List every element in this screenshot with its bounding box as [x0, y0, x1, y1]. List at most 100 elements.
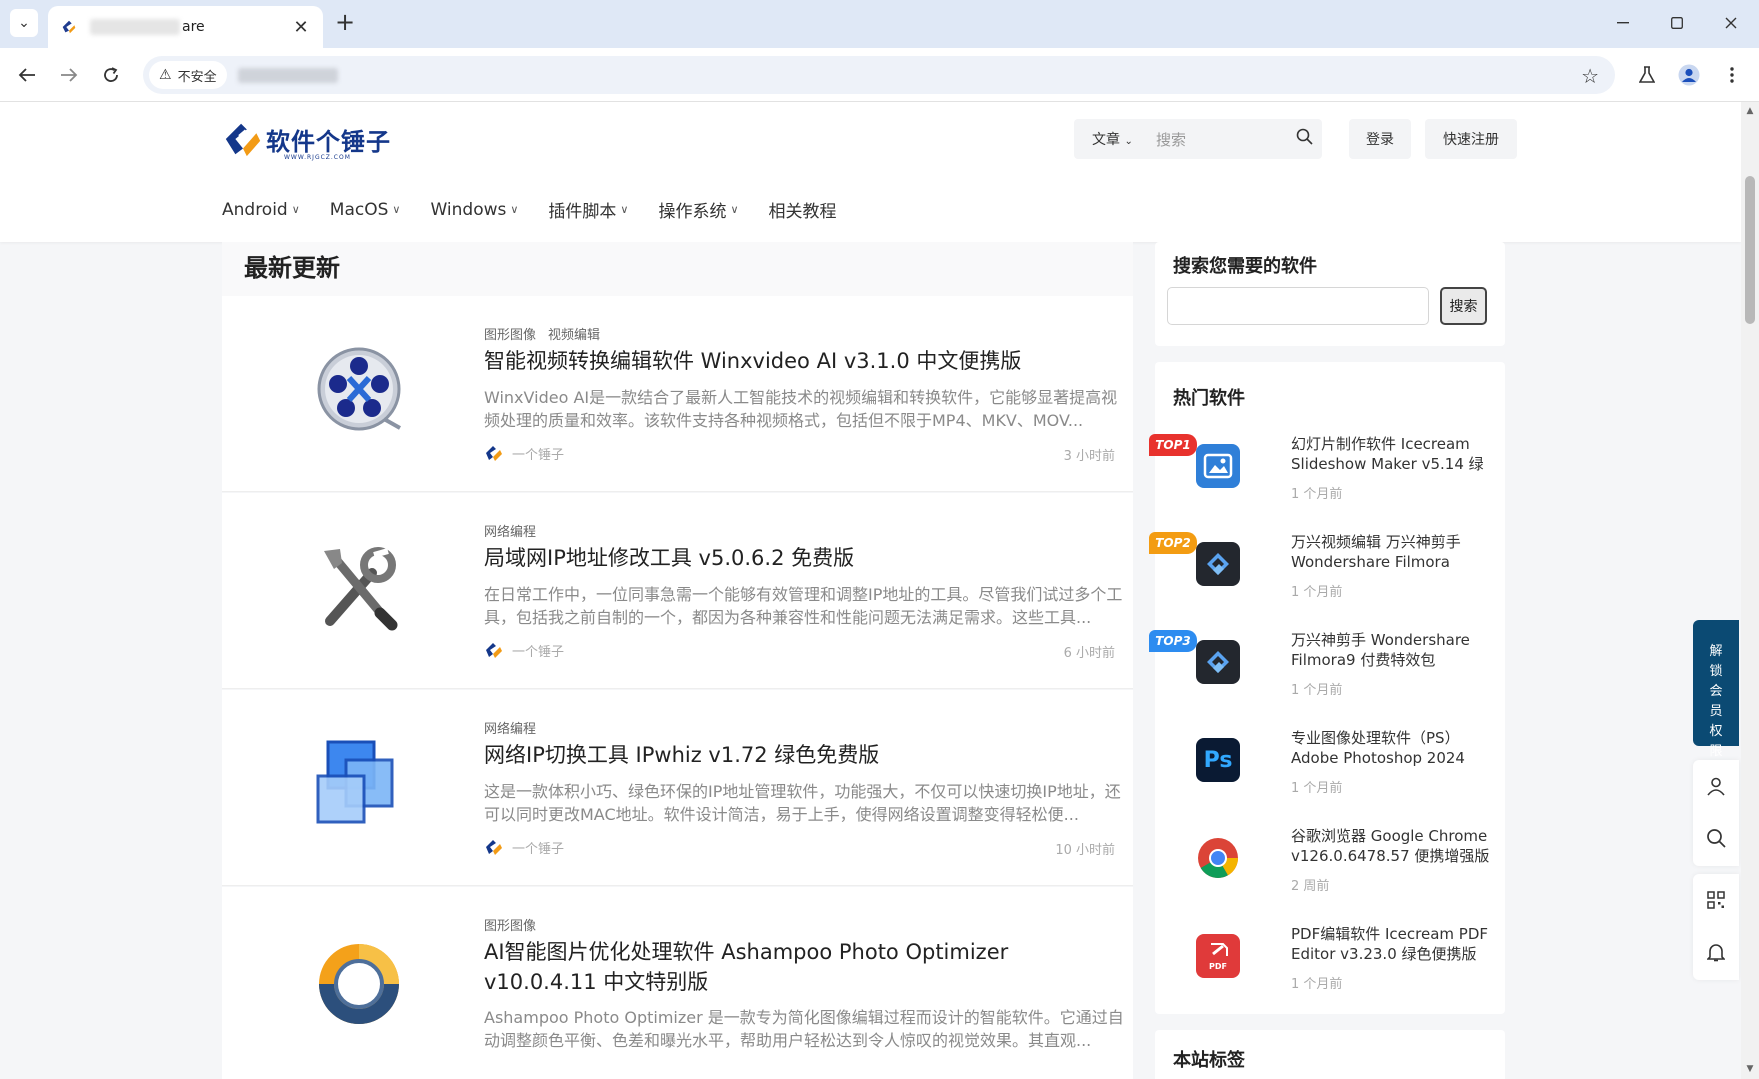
- post-title[interactable]: 网络IP切换工具 IPwhiz v1.72 绿色免费版: [484, 740, 1124, 770]
- tab-search-button[interactable]: ⌄: [10, 9, 38, 37]
- tab-close-icon[interactable]: ✕: [291, 17, 311, 38]
- hot-item[interactable]: TOP3 万兴神剪手 Wondershare Filmora9 付费特效包 1 …: [1149, 630, 1505, 728]
- back-button[interactable]: [11, 60, 43, 90]
- hot-item-name: 万兴神剪手 Wondershare Filmora9 付费特效包: [1291, 631, 1470, 669]
- logo-subtext: WWW.RJGCZ.COM: [284, 154, 351, 161]
- redacted-url: [238, 68, 338, 83]
- hot-software-title: 热门软件: [1173, 388, 1245, 409]
- site-tags-card: 本站标签: [1155, 1030, 1505, 1079]
- profile-avatar-icon[interactable]: [1674, 60, 1704, 90]
- search-type-dropdown[interactable]: 文章 ⌄: [1092, 129, 1156, 149]
- register-button[interactable]: 快速注册: [1425, 119, 1517, 159]
- nav-item-macos[interactable]: MacOS ∨: [330, 197, 401, 222]
- rank-badge: TOP3: [1149, 630, 1197, 652]
- main-nav: Android ∨ MacOS ∨ Windows ∨ 插件脚本 ∨ 操作系统 ∨ 相关教…: [222, 197, 867, 223]
- post-card[interactable]: 网络编程 局域网IP地址修改工具 v5.0.6.2 免费版 在日常工作中，一位同…: [222, 493, 1133, 689]
- hot-item-name: 幻灯片制作软件 Icecream Slideshow Maker v5.14 绿…: [1291, 435, 1484, 473]
- category-link[interactable]: 图形图像: [484, 915, 536, 934]
- bookmark-star-icon[interactable]: ☆: [1581, 64, 1599, 88]
- sidebar-search-input[interactable]: [1167, 287, 1429, 325]
- hot-item[interactable]: PDF PDF编辑软件 Icecream PDF Editor v3.23.0 …: [1155, 924, 1505, 1022]
- bell-icon: [1707, 944, 1725, 962]
- site-logo[interactable]: 软件个锤子 WWW.RJGCZ.COM: [222, 118, 391, 161]
- logo-mark-icon: [225, 123, 261, 157]
- hot-item[interactable]: Ps 专业图像处理软件（PS） Adobe Photoshop 2024 v25…: [1155, 728, 1505, 826]
- photoshop-icon: Ps: [1196, 738, 1240, 782]
- winxvideo-icon[interactable]: [304, 334, 414, 444]
- nav-item-android[interactable]: Android ∨: [222, 197, 300, 222]
- post-card[interactable]: 图形图像 AI智能图片优化处理软件 Ashampoo Photo Optimiz…: [222, 887, 1133, 1079]
- close-icon: [1725, 17, 1737, 29]
- maximize-icon: [1671, 17, 1683, 29]
- nav-label: 插件脚本: [548, 202, 617, 222]
- forward-button[interactable]: [53, 60, 85, 90]
- new-tab-button[interactable]: +: [332, 10, 358, 36]
- author-name: 一个锤子: [512, 841, 565, 857]
- labs-flask-icon[interactable]: [1632, 60, 1662, 90]
- maximize-button[interactable]: [1654, 8, 1700, 38]
- hot-item[interactable]: TOP1 幻灯片制作软件 Icecream Slideshow Maker v5…: [1149, 434, 1505, 532]
- post-card[interactable]: 图形图像 视频编辑 智能视频转换编辑软件 Winxvideo AI v3.1.0…: [222, 296, 1133, 492]
- float-search-button[interactable]: [1693, 812, 1739, 864]
- nav-item-windows[interactable]: Windows ∨: [430, 197, 518, 222]
- sidebar-search-title: 搜索您需要的软件: [1173, 256, 1317, 277]
- warning-icon: ⚠: [159, 67, 172, 83]
- post-title[interactable]: 局域网IP地址修改工具 v5.0.6.2 免费版: [484, 543, 1124, 573]
- post-time: 3 小时前: [1063, 449, 1115, 464]
- ipwhiz-icon[interactable]: [304, 728, 414, 838]
- post-excerpt: 在日常工作中，一位同事急需一个能够有效管理和调整IP地址的工具。尽管我们试过多个…: [484, 585, 1123, 627]
- address-bar[interactable]: ⚠ 不安全 ☆: [143, 56, 1615, 94]
- post-title[interactable]: 智能视频转换编辑软件 Winxvideo AI v3.1.0 中文便携版: [484, 346, 1124, 376]
- hot-item[interactable]: TOP2 万兴视频编辑 万兴神剪手 Wondershare Filmora v1…: [1149, 532, 1505, 630]
- category-link[interactable]: 网络编程: [484, 718, 536, 737]
- more-menu-icon[interactable]: [1717, 60, 1747, 90]
- header-search[interactable]: 文章 ⌄ 搜索: [1074, 119, 1322, 159]
- scroll-down-icon[interactable]: ▼: [1741, 1064, 1759, 1074]
- login-button[interactable]: 登录: [1349, 119, 1411, 159]
- post-author[interactable]: 一个锤子: [484, 837, 564, 857]
- redacted-tab-text: [90, 19, 180, 35]
- sidebar-search-button[interactable]: 搜索: [1440, 287, 1487, 325]
- page-scrollbar[interactable]: ▲ ▼: [1741, 102, 1759, 1079]
- filmora-icon: [1196, 640, 1240, 684]
- pdf-icon: PDF: [1196, 934, 1240, 978]
- post-author[interactable]: 一个锤子: [484, 640, 564, 660]
- unlock-membership-button[interactable]: 解锁会员权限: [1693, 620, 1739, 759]
- category-link[interactable]: 图形图像: [484, 324, 536, 343]
- section-header: 最新更新: [222, 242, 1133, 296]
- ashampoo-icon[interactable]: [304, 929, 414, 1039]
- chevron-down-icon: ∨: [291, 203, 300, 216]
- post-card[interactable]: 网络编程 网络IP切换工具 IPwhiz v1.72 绿色免费版 这是一款体积小…: [222, 690, 1133, 886]
- close-window-button[interactable]: [1708, 8, 1754, 38]
- nav-item-plugins[interactable]: 插件脚本 ∨: [548, 197, 628, 222]
- nav-item-tutorials[interactable]: 相关教程: [769, 197, 837, 222]
- qrcode-button[interactable]: [1693, 874, 1739, 926]
- reload-button[interactable]: [95, 60, 127, 90]
- security-chip[interactable]: ⚠ 不安全: [149, 61, 227, 89]
- minimize-icon: [1617, 22, 1629, 24]
- category-link[interactable]: 网络编程: [484, 521, 536, 540]
- post-time: 10 小时前: [1055, 843, 1115, 858]
- scroll-up-icon[interactable]: ▲: [1741, 106, 1759, 116]
- post-author[interactable]: 一个锤子: [484, 443, 564, 463]
- notification-button[interactable]: [1693, 926, 1739, 978]
- chevron-down-icon: ∨: [392, 203, 401, 216]
- hot-item[interactable]: 谷歌浏览器 Google Chrome v126.0.6478.57 便携增强版…: [1155, 826, 1505, 924]
- tools-icon[interactable]: [304, 531, 414, 641]
- nav-label: 操作系统: [658, 202, 727, 222]
- post-title[interactable]: AI智能图片优化处理软件 Ashampoo Photo Optimizer v1…: [484, 937, 1124, 997]
- scroll-thumb[interactable]: [1745, 176, 1755, 324]
- nav-item-os[interactable]: 操作系统 ∨: [658, 197, 738, 222]
- rank-badge: TOP1: [1149, 434, 1197, 456]
- browser-chrome: ⌄ are ✕ + ⚠ 不安全 ☆: [0, 0, 1759, 102]
- minimize-button[interactable]: [1600, 8, 1646, 38]
- browser-tab-active[interactable]: are ✕: [48, 6, 323, 48]
- hot-item-name: 谷歌浏览器 Google Chrome v126.0.6478.57 便携增强版: [1291, 827, 1490, 865]
- header-search-input[interactable]: 搜索: [1156, 129, 1286, 150]
- search-icon[interactable]: [1286, 128, 1322, 150]
- arrow-right-icon: [61, 68, 78, 82]
- hot-item-name: 专业图像处理软件（PS） Adobe Photoshop 2024 v25...…: [1291, 729, 1465, 767]
- chevron-down-icon: ⌄: [1124, 136, 1133, 147]
- category-link[interactable]: 视频编辑: [548, 324, 600, 343]
- user-button[interactable]: [1693, 760, 1739, 812]
